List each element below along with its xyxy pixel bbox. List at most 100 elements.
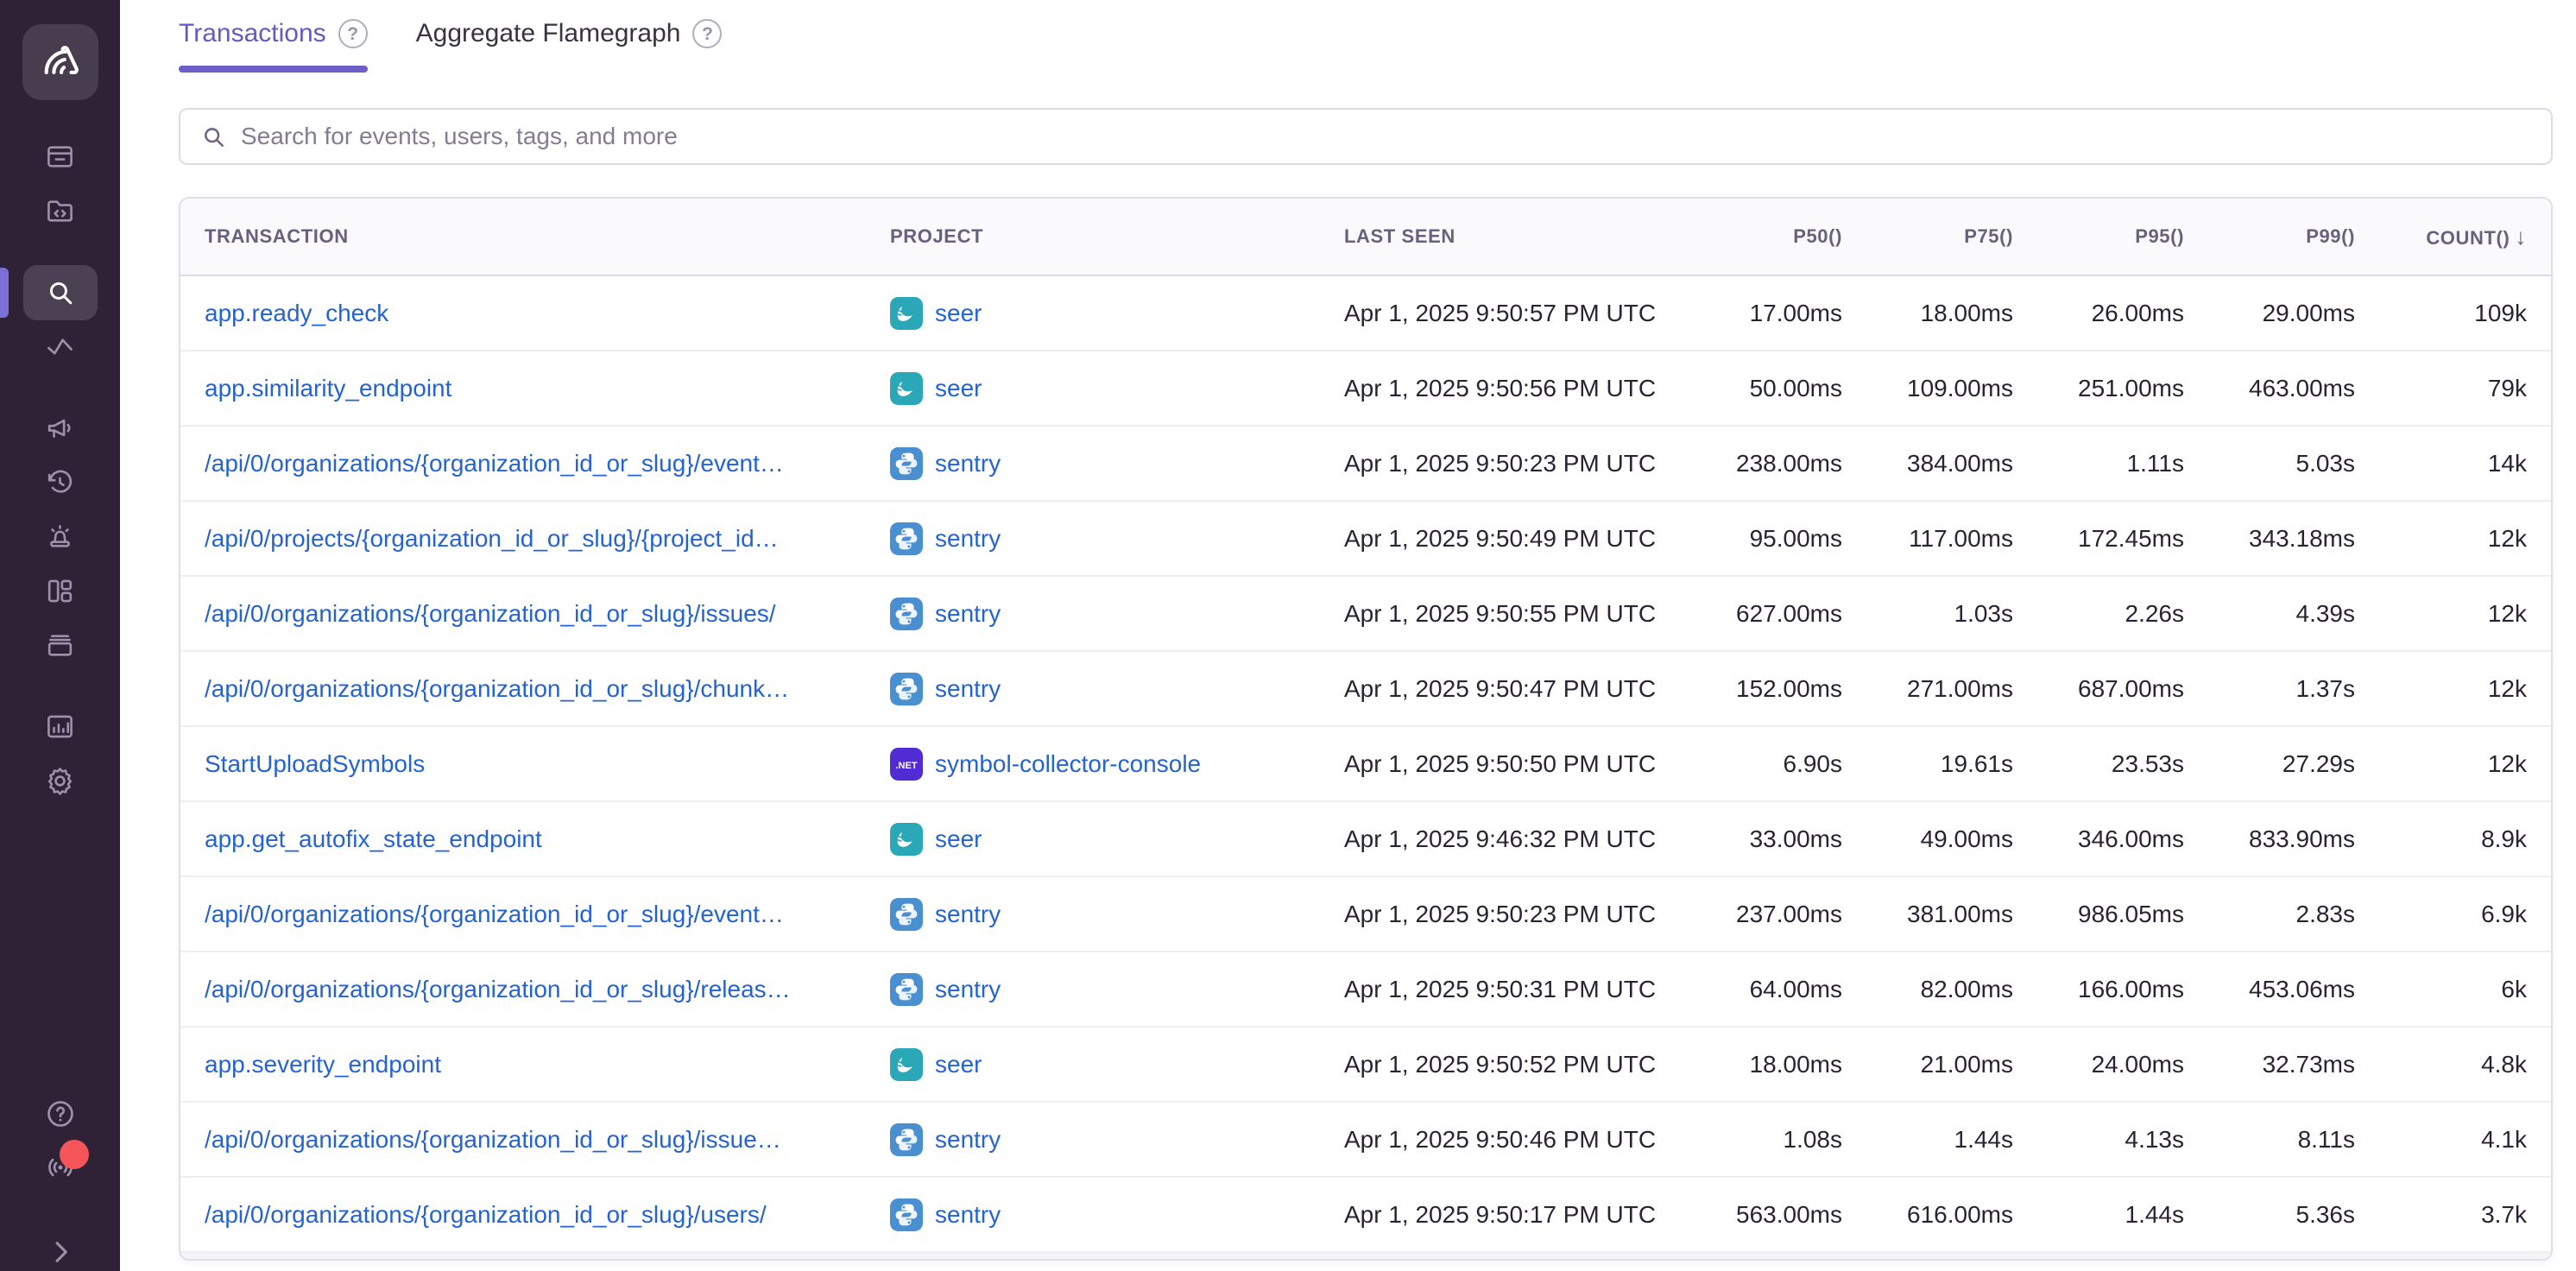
last-seen-value: Apr 1, 2025 9:50:17 PM UTC [1344, 1201, 1671, 1229]
tab-transactions-label: Transactions [179, 19, 326, 48]
project-link[interactable]: sentry [935, 1201, 1001, 1229]
sidebar-item-traces[interactable] [0, 319, 120, 374]
transaction-link[interactable]: /api/0/organizations/{organization_id_or… [205, 600, 869, 628]
table-row: app.ready_check seer Apr 1, 2025 9:50:57… [180, 276, 2551, 351]
column-header-project[interactable]: Project [890, 225, 1344, 248]
tab-aggregate-flamegraph[interactable]: Aggregate Flamegraph ? [416, 19, 723, 73]
count-value: 12k [2355, 750, 2527, 778]
sidebar-item-replays[interactable] [0, 455, 120, 509]
sidebar-item-releases[interactable] [0, 618, 120, 673]
transaction-link[interactable]: StartUploadSymbols [205, 750, 869, 778]
count-value: 3.7k [2355, 1201, 2527, 1229]
project-link[interactable]: sentry [935, 901, 1001, 928]
sidebar-item-stats[interactable] [0, 699, 120, 754]
tab-transactions-help-icon[interactable]: ? [338, 19, 368, 48]
sidebar-bottom [0, 1095, 120, 1271]
table-row: /api/0/organizations/{organization_id_or… [180, 952, 2551, 1028]
sidebar-item-dashboards[interactable] [0, 564, 120, 618]
table-row: /api/0/organizations/{organization_id_or… [180, 652, 2551, 727]
transactions-table: Transaction Project Last Seen P50() P75(… [179, 197, 2553, 1261]
python-platform-icon [890, 1123, 923, 1156]
tab-transactions[interactable]: Transactions ? [179, 19, 368, 73]
transaction-link[interactable]: /api/0/organizations/{organization_id_or… [205, 901, 869, 928]
count-value: 8.9k [2355, 825, 2527, 853]
p50-value: 6.90s [1671, 750, 1842, 778]
transaction-link[interactable]: app.ready_check [205, 300, 869, 327]
sidebar-item-projects[interactable] [0, 184, 120, 238]
project-link[interactable]: sentry [935, 1126, 1001, 1154]
column-header-count[interactable]: Count()↓ [2355, 224, 2527, 250]
p95-value: 986.05ms [2013, 901, 2184, 928]
python-platform-icon [890, 673, 923, 705]
project-link[interactable]: sentry [935, 600, 1001, 628]
p99-value: 29.00ms [2184, 300, 2355, 327]
notification-badge [60, 1140, 89, 1169]
count-value: 12k [2355, 675, 2527, 703]
column-header-p99[interactable]: P99() [2184, 225, 2355, 248]
p95-value: 172.45ms [2013, 525, 2184, 553]
project-link[interactable]: seer [935, 1051, 982, 1078]
sidebar-item-alerts[interactable] [0, 509, 120, 564]
last-seen-value: Apr 1, 2025 9:50:57 PM UTC [1344, 300, 1671, 327]
search-bar[interactable] [179, 108, 2553, 165]
p50-value: 17.00ms [1671, 300, 1842, 327]
trace-zigzag-icon [44, 331, 76, 363]
column-header-transaction[interactable]: Transaction [180, 225, 890, 248]
p50-value: 18.00ms [1671, 1051, 1842, 1078]
sidebar-item-settings[interactable] [0, 754, 120, 808]
transaction-link[interactable]: /api/0/projects/{organization_id_or_slug… [205, 525, 869, 553]
transaction-link[interactable]: app.severity_endpoint [205, 1051, 869, 1078]
p75-value: 117.00ms [1842, 525, 2013, 553]
tab-aggregate-flamegraph-help-icon[interactable]: ? [692, 19, 722, 48]
table-row: app.severity_endpoint seer Apr 1, 2025 9… [180, 1028, 2551, 1103]
p99-value: 833.90ms [2184, 825, 2355, 853]
table-row: app.similarity_endpoint seer Apr 1, 2025… [180, 351, 2551, 427]
help-button[interactable] [0, 1095, 120, 1133]
project-link[interactable]: sentry [935, 675, 1001, 703]
table-row: app.get_autofix_state_endpoint seer Apr … [180, 802, 2551, 877]
column-header-last-seen[interactable]: Last Seen [1344, 225, 1671, 248]
seer-platform-icon [890, 1048, 923, 1081]
issues-icon [44, 141, 76, 173]
transaction-link[interactable]: app.similarity_endpoint [205, 375, 869, 402]
column-header-p95[interactable]: P95() [2013, 225, 2184, 248]
transaction-link[interactable]: /api/0/organizations/{organization_id_or… [205, 1126, 869, 1154]
project-link[interactable]: seer [935, 375, 982, 402]
p50-value: 238.00ms [1671, 450, 1842, 477]
p75-value: 381.00ms [1842, 901, 2013, 928]
sentry-logo[interactable] [22, 24, 98, 100]
p75-value: 1.03s [1842, 600, 2013, 628]
transaction-link[interactable]: /api/0/organizations/{organization_id_or… [205, 1201, 869, 1229]
transaction-link[interactable]: /api/0/organizations/{organization_id_or… [205, 675, 869, 703]
p99-value: 4.39s [2184, 600, 2355, 628]
transaction-link[interactable]: /api/0/organizations/{organization_id_or… [205, 976, 869, 1003]
p95-value: 26.00ms [2013, 300, 2184, 327]
code-folder-icon [44, 195, 76, 227]
project-link[interactable]: sentry [935, 525, 1001, 553]
dotnet-platform-icon: .NET [890, 748, 923, 781]
p99-value: 463.00ms [2184, 375, 2355, 402]
table-row: /api/0/organizations/{organization_id_or… [180, 1178, 2551, 1253]
whats-new-button[interactable] [0, 1148, 120, 1186]
p75-value: 21.00ms [1842, 1051, 2013, 1078]
column-header-p50[interactable]: P50() [1671, 225, 1842, 248]
p99-value: 27.29s [2184, 750, 2355, 778]
sidebar-item-explore[interactable] [0, 265, 120, 319]
sidebar-item-feedback[interactable] [0, 401, 120, 455]
project-link[interactable]: seer [935, 300, 982, 327]
sidebar-collapse-button[interactable] [0, 1235, 120, 1269]
p99-value: 453.06ms [2184, 976, 2355, 1003]
project-link[interactable]: seer [935, 825, 982, 853]
column-header-p75[interactable]: P75() [1842, 225, 2013, 248]
project-link[interactable]: symbol-collector-console [935, 750, 1201, 778]
search-input[interactable] [241, 123, 2532, 150]
p50-value: 50.00ms [1671, 375, 1842, 402]
project-link[interactable]: sentry [935, 450, 1001, 477]
p99-value: 2.83s [2184, 901, 2355, 928]
transaction-link[interactable]: /api/0/organizations/{organization_id_or… [205, 450, 869, 477]
transaction-link[interactable]: app.get_autofix_state_endpoint [205, 825, 869, 853]
siren-icon [44, 521, 76, 553]
seer-platform-icon [890, 823, 923, 856]
project-link[interactable]: sentry [935, 976, 1001, 1003]
sidebar-item-issues[interactable] [0, 130, 120, 184]
